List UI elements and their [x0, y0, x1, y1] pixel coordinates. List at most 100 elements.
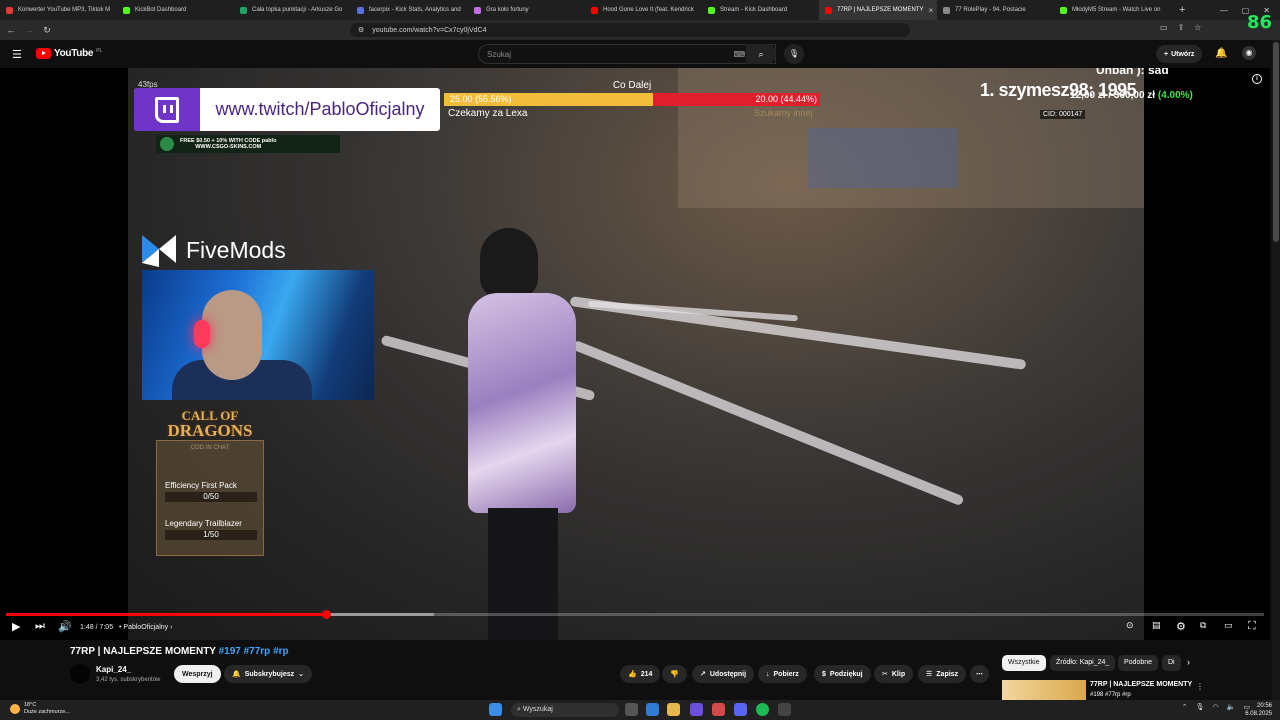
download-button[interactable]: ↓ Pobierz [758, 665, 807, 683]
youtube-logo[interactable]: YouTube PL [36, 48, 102, 59]
chevron-up-icon[interactable]: ⌃ [1182, 703, 1188, 711]
weather-widget[interactable]: 18°C Duże zachmurze... [10, 702, 70, 716]
file-explorer-icon[interactable] [667, 703, 680, 716]
filter-chip[interactable]: Di [1162, 655, 1181, 671]
volume-icon[interactable]: 🔊 [58, 620, 72, 633]
twitch-url: www.twitch/PabloOficjalny [215, 99, 425, 119]
discord-icon[interactable] [734, 703, 747, 716]
settings-gear-icon[interactable]: ⚙ [1176, 620, 1186, 633]
chips-next-chevron-icon[interactable]: › [1187, 657, 1190, 667]
more-vertical-icon[interactable]: ⋮ [1196, 682, 1204, 691]
back-icon[interactable]: ← [4, 25, 18, 35]
tab-favicon-icon [591, 6, 598, 14]
new-tab-icon[interactable]: + [1171, 4, 1193, 16]
browser-icon[interactable] [712, 703, 725, 716]
browser-tab[interactable]: 77RP | NAJLEPSZE MOMENTY × [819, 0, 937, 20]
info-icon[interactable]: i [1252, 74, 1262, 84]
more-actions-button[interactable]: ⋯ [970, 665, 989, 683]
windows-start-icon[interactable] [489, 703, 502, 716]
browser-tab-strip: Konwerter YouTube MP3, Tiktok M KickBot D… [0, 0, 1280, 20]
share-icon[interactable]: ⇪ [1178, 23, 1185, 32]
search-button[interactable]: ⌕ [746, 44, 776, 64]
tab-close-icon[interactable]: × [928, 6, 933, 15]
browser-tab[interactable]: Cała topka punktacji - Arkusze Go [234, 0, 351, 20]
donation-goal: 12,00 zł / 300,00 zł (4.00%) [1070, 90, 1193, 101]
taskbar-search[interactable]: ⌕ Wyszukaj [511, 703, 619, 717]
wifi-icon[interactable]: ◠ [1213, 703, 1219, 711]
tab-label: MłodyM5 Stream - Watch Live on [1072, 7, 1161, 13]
task-view-icon[interactable] [625, 703, 638, 716]
seek-bar[interactable] [6, 610, 1264, 619]
fullscreen-icon[interactable]: ⛶ [1248, 620, 1256, 633]
tab-favicon-icon [240, 6, 247, 14]
call-of-dragons-logo: CALL OF DRAGONS [167, 408, 253, 440]
filter-chip[interactable]: Podobne [1118, 655, 1159, 671]
tab-favicon-icon [357, 6, 364, 14]
plus-icon: + [1164, 50, 1169, 58]
create-button[interactable]: + Utwórz [1156, 45, 1203, 63]
site-info-icon[interactable]: ⚙ [358, 26, 364, 34]
channel-name[interactable]: Kapi_24_ [96, 665, 131, 674]
dislike-button[interactable]: 👎 [662, 665, 687, 683]
minimize-icon[interactable]: — [1220, 6, 1228, 15]
clip-button[interactable]: ✂ Klip [874, 665, 914, 683]
mic-icon[interactable]: 🎙 [1196, 703, 1205, 711]
browser-tab[interactable]: Hood Gone Love It (feat. Kendrick [585, 0, 702, 20]
chapter-button[interactable]: • PabloOficjalny › [119, 624, 172, 631]
thanks-button[interactable]: $ Podziękuj [814, 665, 871, 683]
keyboard-icon[interactable]: ⌨ [733, 50, 745, 59]
browser-tab[interactable]: facerpix - Kick Stats, Analytics and [351, 0, 468, 20]
recommendation-title[interactable]: 77RP | NAJLEPSZE MOMENTY [1090, 681, 1192, 688]
browser-tab[interactable]: MłodyM5 Stream - Watch Live on [1054, 0, 1171, 20]
tab-label: Cała topka punktacji - Arkusze Go [252, 7, 343, 13]
subscriber-count: 3,42 tys. subskrybentów [96, 677, 161, 683]
volume-icon[interactable]: 🔈 [1227, 703, 1236, 711]
subscribed-button[interactable]: 🔔 Subskrybujesz ⌄ [224, 665, 313, 683]
tab-label: KickBot Dashboard [135, 7, 187, 13]
taskbar-clock[interactable]: 20:56 6.08.2025 [1245, 702, 1272, 718]
notifications-bell-icon[interactable]: 🔔 [1215, 48, 1227, 59]
bookmark-icon[interactable]: ☆ [1194, 23, 1201, 32]
like-button[interactable]: 👍 214 [620, 665, 661, 683]
autoplay-toggle-icon[interactable]: ⊙ [1126, 620, 1134, 631]
browser-tab[interactable]: Stream - Kick Dashboard [702, 0, 819, 20]
page-scrollbar[interactable] [1272, 40, 1280, 700]
search-input[interactable]: Szukaj ⌨ [478, 44, 776, 64]
poll-left-bar: 25.00 (55.56%) [444, 93, 653, 106]
filter-chip[interactable]: Źródło: Kapi_24_ [1050, 655, 1116, 671]
play-icon[interactable]: ▶ [12, 620, 20, 633]
scissors-icon: ✂ [882, 671, 888, 678]
tab-favicon-icon [123, 6, 130, 14]
video-player[interactable]: 43fps www.twitch/PabloOficjalny FREE $0.… [0, 68, 1270, 640]
recommendation-thumbnail[interactable] [1002, 680, 1086, 700]
menu-icon[interactable]: ☰ [12, 48, 22, 61]
voice-search-button[interactable]: 🎙 [784, 44, 804, 64]
poll-option-1: Czekamy za Lexa [448, 108, 528, 119]
forward-icon[interactable]: → [22, 25, 36, 35]
miniplayer-icon[interactable]: ⧉ [1200, 620, 1206, 631]
app-icon[interactable] [778, 703, 791, 716]
share-button[interactable]: ↗ Udostępnij [692, 665, 755, 683]
account-avatar[interactable]: ◉ [1242, 46, 1256, 60]
theater-mode-icon[interactable]: ▭ [1224, 620, 1233, 631]
app-icon[interactable] [690, 703, 703, 716]
next-icon[interactable]: ⏭ [35, 620, 45, 633]
cast-icon[interactable]: ▭ [1160, 23, 1168, 32]
tab-favicon-icon [943, 6, 950, 14]
copilot-icon[interactable] [646, 703, 659, 716]
spotify-icon[interactable] [756, 703, 769, 716]
fps-overlay-counter: 86 [1246, 12, 1272, 33]
reload-icon[interactable]: ↻ [40, 25, 54, 36]
browser-tab[interactable]: KickBot Dashboard [117, 0, 234, 20]
support-button[interactable]: Wesprzyj [174, 665, 221, 683]
channel-avatar[interactable] [70, 664, 90, 684]
save-button[interactable]: ☰ Zapisz [918, 665, 967, 683]
unban-label: Unban ): sad [1096, 68, 1169, 77]
scrollbar-thumb[interactable] [1273, 42, 1279, 242]
subtitles-icon[interactable]: ▤ [1152, 620, 1161, 631]
browser-tab[interactable]: Gra koło fortuny [468, 0, 585, 20]
address-bar[interactable]: ⚙ youtube.com/watch?v=Cx7cy0jVdC4 [350, 23, 910, 37]
browser-tab[interactable]: Konwerter YouTube MP3, Tiktok M [0, 0, 117, 20]
filter-chip[interactable]: Wszystkie [1002, 655, 1046, 671]
browser-tab[interactable]: 77 RolePlay - 94. Postacie [937, 0, 1054, 20]
